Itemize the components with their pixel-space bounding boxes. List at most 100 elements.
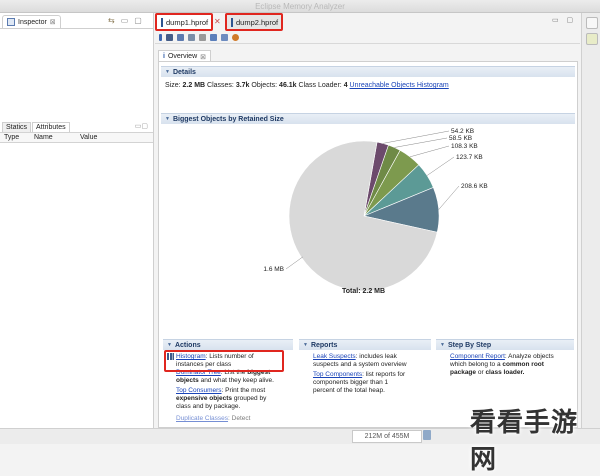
top-components-link[interactable]: Top Components: [313, 371, 362, 378]
editor-tab-dump2[interactable]: dump2.hprof: [225, 13, 283, 31]
inspector-divider: [0, 28, 153, 29]
pie-slice-label: 58.5 KB: [449, 135, 472, 142]
inspector-subtabs: Statics Attributes: [2, 122, 71, 132]
component-report-link[interactable]: Component Report: [450, 353, 505, 360]
reports-heading: Reports: [310, 341, 338, 349]
step-by-step-heading: Step By Step: [447, 341, 492, 349]
step-by-step-header[interactable]: ▼ Step By Step: [436, 339, 574, 350]
pin-icon[interactable]: ⇆: [108, 16, 115, 25]
topcomp-desc-3: percent of the total heap.: [313, 387, 385, 394]
histogram-highlight-box: [164, 350, 284, 372]
top-consumers-link[interactable]: Top Consumers: [176, 387, 222, 394]
classes-value: 3.7k: [235, 82, 250, 89]
actions-heading: Actions: [174, 341, 201, 349]
component-bold-3: class loader.: [485, 369, 525, 376]
top-consumers-action: Top Consumers: Print the most expensive …: [176, 387, 266, 411]
overview-tab-label: Overview: [167, 53, 198, 60]
pie-leader-line: [394, 137, 448, 148]
minimize-icon[interactable]: ▭: [121, 16, 129, 25]
thread-icon[interactable]: [199, 34, 206, 41]
column-name[interactable]: Name: [34, 134, 53, 141]
pie-slice-label: 54.2 KB: [451, 128, 474, 135]
inspector-tab[interactable]: Inspector ⊠: [2, 15, 61, 28]
leak-desc: : includes leak: [355, 353, 397, 360]
editor-tab-dump1[interactable]: dump1.hprof: [155, 13, 213, 31]
inspector-tab-label: Inspector: [18, 18, 47, 26]
retained-size-pie-chart[interactable]: 54.2 KB58.5 KB108.3 KB 123.7 KB 208.6 KB 1.…: [159, 126, 575, 306]
collapse-icon: ▼: [303, 342, 308, 348]
search-icon[interactable]: [232, 34, 239, 41]
editor-toolbar: [155, 32, 580, 44]
collapse-icon: ▼: [167, 342, 172, 348]
dominator-icon[interactable]: [177, 34, 184, 41]
duplicate-desc: : Detect: [228, 415, 251, 422]
inspector-icon: [7, 18, 15, 26]
tab-statics[interactable]: Statics: [2, 122, 32, 132]
component-report-step: Component Report: Analyze objects which …: [450, 353, 554, 377]
perspective-icon[interactable]: [586, 17, 598, 29]
leak-suspects-link[interactable]: Leak Suspects: [313, 353, 356, 360]
pie-slice-label: 208.6 KB: [461, 183, 488, 190]
info-icon: i: [163, 53, 165, 60]
reports-header[interactable]: ▼ Reports: [299, 339, 431, 350]
sql-icon[interactable]: [188, 34, 195, 41]
histogram-icon[interactable]: [166, 34, 173, 41]
pie-slice-label: 108.3 KB: [451, 143, 478, 150]
duplicate-classes-link[interactable]: Duplicate Classes: [176, 415, 228, 422]
loader-value: 4: [343, 82, 348, 89]
overview-close-icon[interactable]: ⊠: [200, 53, 206, 61]
details-heading: Details: [172, 68, 196, 76]
details-header[interactable]: ▼ Details: [161, 66, 575, 77]
classes-label: Classes:: [207, 82, 234, 89]
collapse-icon: ▼: [165, 69, 170, 75]
inspector-column-headers: Type Name Value: [0, 132, 153, 143]
unreachable-histogram-link[interactable]: Unreachable Objects Histogram: [350, 82, 449, 89]
site-watermark: 看看手游网: [470, 407, 579, 474]
collapse-icon: ▼: [165, 116, 170, 122]
column-type[interactable]: Type: [4, 134, 19, 141]
component-desc: : Analyze objects: [504, 353, 554, 360]
pie-leader-line: [285, 256, 304, 270]
collapse-icon: ▼: [440, 342, 445, 348]
biggest-objects-heading: Biggest Objects by Retained Size: [172, 115, 284, 123]
pie-slice-label: 123.7 KB: [456, 154, 483, 161]
open-perspective-icon[interactable]: [586, 33, 598, 45]
subpanel-minimize-icon[interactable]: ▭▢: [135, 122, 148, 130]
pie-leader-line: [409, 145, 450, 158]
report-icon[interactable]: [221, 34, 228, 41]
component-bold: common root: [502, 361, 544, 368]
info-icon[interactable]: [159, 34, 162, 41]
leak-suspects-report: Leak Suspects: includes leak suspects an…: [313, 353, 407, 369]
size-label: Size:: [165, 82, 181, 89]
tab-attributes[interactable]: Attributes: [32, 122, 70, 132]
editor-tab-label: dump2.hprof: [236, 17, 279, 27]
objects-label: Objects:: [251, 82, 278, 89]
query-browser-icon[interactable]: [210, 34, 217, 41]
component-desc-2: which belong to a: [450, 361, 501, 368]
topcomp-desc: : list reports for: [362, 371, 406, 378]
consumers-desc-2: grouped by: [233, 395, 267, 402]
inspector-panel: Inspector ⊠ ⇆ ▭ ▢ Statics Attributes ▭▢ …: [0, 13, 154, 428]
close-tab-icon[interactable]: ✕: [214, 17, 221, 26]
leak-desc-2: suspects and a system overview: [313, 361, 407, 368]
pie-leader-line: [438, 185, 460, 210]
maximize-icon[interactable]: ▢: [134, 16, 142, 25]
window-titlebar: Eclipse Memory Analyzer: [0, 0, 600, 13]
column-value[interactable]: Value: [80, 134, 97, 141]
size-value: 2.2 MB: [182, 82, 206, 89]
objects-value: 46.1k: [279, 82, 297, 89]
editor-window-controls[interactable]: ▭ ▢: [552, 16, 576, 24]
loader-label: Class Loader:: [298, 82, 342, 89]
duplicate-classes-action: Duplicate Classes: Detect: [176, 415, 250, 423]
topcomp-desc-2: components bigger than 1: [313, 379, 389, 386]
inspector-close-icon[interactable]: ⊠: [50, 18, 56, 26]
pie-leader-line: [426, 156, 455, 176]
pie-slice-label: 1.6 MB: [263, 266, 284, 273]
biggest-objects-header[interactable]: ▼ Biggest Objects by Retained Size: [161, 113, 575, 124]
garbage-collect-icon[interactable]: [423, 430, 431, 440]
actions-header[interactable]: ▼ Actions: [163, 339, 293, 350]
pie-total-label: Total: 2.2 MB: [342, 288, 386, 295]
pie-leader-line: [382, 130, 450, 144]
component-bold-2: package: [450, 369, 477, 376]
details-summary: Size: 2.2 MB Classes: 3.7k Objects: 46.1…: [165, 82, 449, 89]
